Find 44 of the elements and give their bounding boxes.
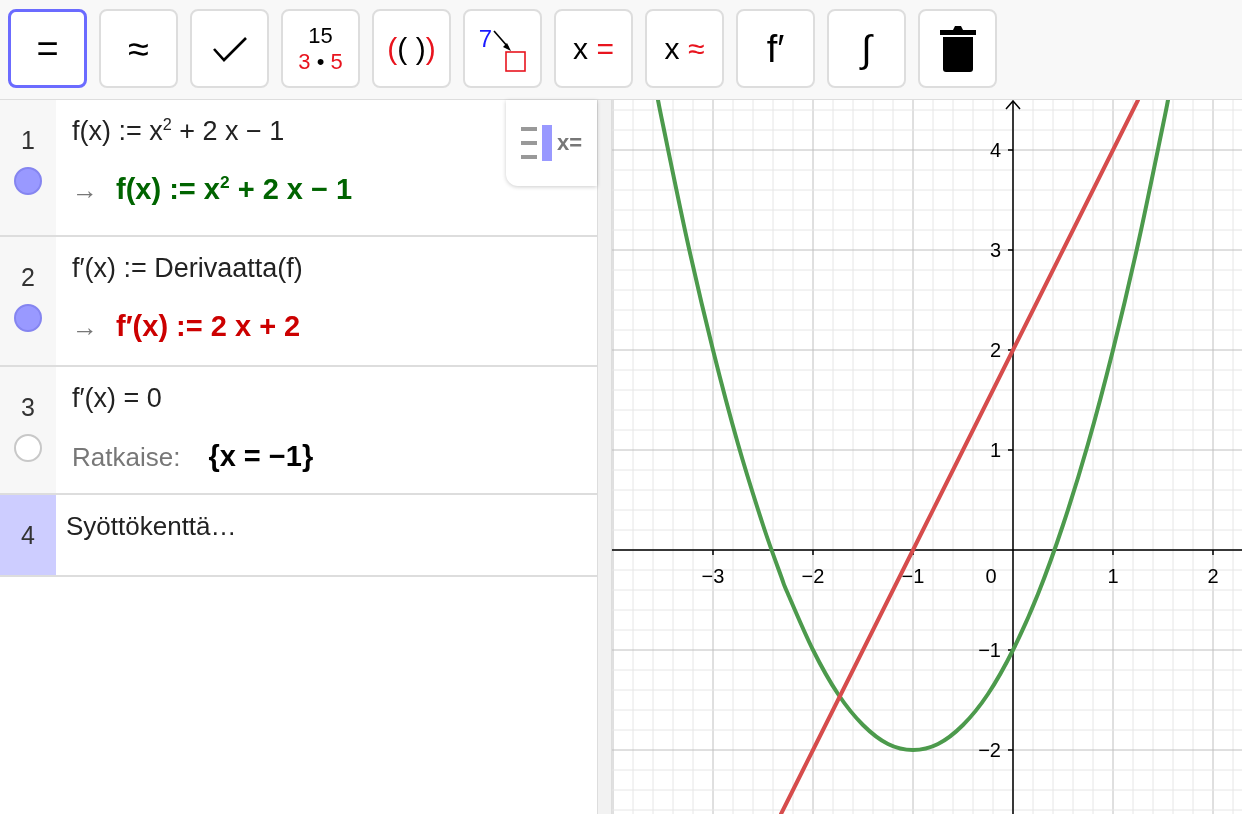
solve-button[interactable]: x = (554, 9, 633, 88)
input-expression[interactable]: f′(x) = 0 (72, 383, 162, 414)
toolbar-button[interactable]: ∫ (827, 9, 906, 88)
toolbar-button[interactable]: ≈ (99, 9, 178, 88)
input-expression[interactable]: f(x) := x$^{2}$ + 2 x − 1 (72, 116, 285, 147)
tick-label: 2 (989, 339, 1001, 361)
solve-button[interactable]: x ≈ (645, 9, 724, 88)
brackets-button[interactable]: (( )) (372, 9, 451, 88)
tick-label: 3 (989, 239, 1001, 261)
tick-label: −2 (978, 739, 1001, 761)
visibility-toggle[interactable] (14, 167, 42, 195)
origin-label: 0 (985, 565, 997, 587)
output-expression: f(x) := x$^{2}$ + 2 x − 1 (116, 173, 353, 206)
visibility-toggle[interactable] (14, 434, 42, 462)
input-expression[interactable]: f′(x) := Derivaatta(f) (72, 253, 303, 284)
tick-label: −1 (978, 639, 1001, 661)
output-expression: f′(x) := 2 x + 2 (116, 310, 301, 343)
tick-label: −2 (801, 565, 825, 587)
input-field[interactable]: Syöttökenttä… (66, 509, 546, 543)
row-number: 1 (21, 126, 35, 155)
tick-label: 1 (1107, 565, 1119, 587)
tick-label: 1 (989, 439, 1001, 461)
tick-label: −3 (701, 565, 725, 587)
row-number: 4 (21, 520, 35, 550)
output-expression: {x = −1} (208, 440, 314, 473)
tick-label: 2 (1207, 565, 1219, 587)
tick-label: 4 (989, 139, 1001, 161)
output-label: Ratkaise: (72, 442, 181, 473)
factor-button[interactable]: 15 3 • 5 (281, 9, 360, 88)
tick-label: −1 (901, 565, 925, 587)
algebra-style-button[interactable]: x= (506, 100, 597, 186)
list-bar-icon (520, 123, 555, 163)
trash-icon (938, 24, 977, 73)
substitute-button[interactable]: 7 (463, 9, 542, 88)
arrow-icon: → (72, 312, 98, 343)
toolbar-button[interactable]: f′ (736, 9, 815, 88)
visibility-toggle[interactable] (14, 304, 42, 332)
check-icon (211, 34, 248, 63)
row-number: 2 (21, 263, 35, 292)
check-button[interactable] (190, 9, 269, 88)
arrow-icon: → (72, 175, 98, 206)
row-number: 3 (21, 393, 35, 422)
toolbar-button[interactable]: = (8, 9, 87, 88)
delete-button[interactable] (918, 9, 997, 88)
